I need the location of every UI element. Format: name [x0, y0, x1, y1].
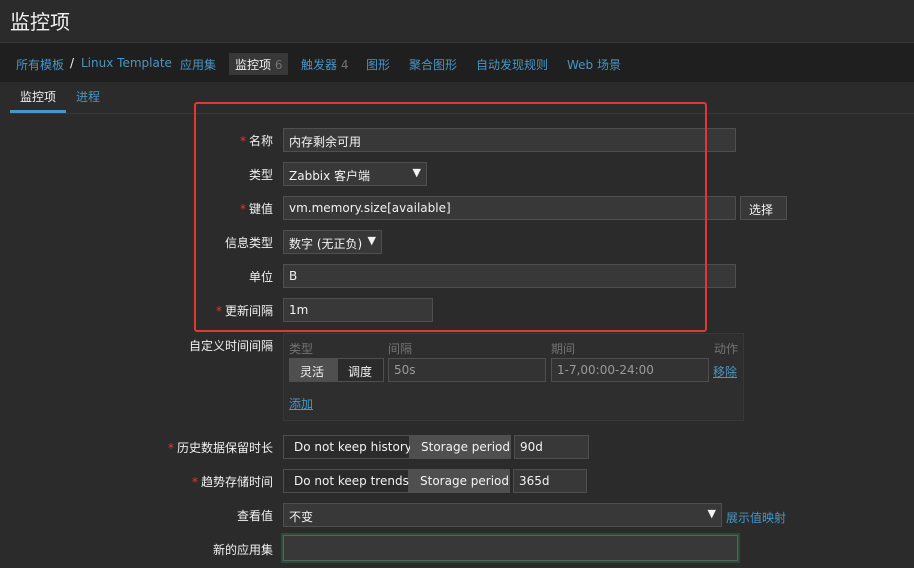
nav-items-label: 监控项: [235, 58, 272, 72]
nav-items-active[interactable]: 监控项 6: [229, 53, 289, 75]
remove-interval-link[interactable]: 移除: [713, 363, 737, 380]
tab-process[interactable]: 进程: [66, 89, 110, 113]
type-select-value: Zabbix 客户端: [289, 169, 371, 183]
units-input[interactable]: B: [283, 264, 736, 288]
form-tabs: 监控项 进程: [10, 84, 914, 114]
nav-template-link[interactable]: Linux Template: [81, 56, 172, 70]
custom-intervals-label: 自定义时间间隔: [188, 339, 273, 353]
nav-triggers-label: 触发器: [301, 58, 338, 72]
nav-discovery-link[interactable]: 自动发现规则: [476, 56, 548, 73]
chevron-down-icon: ▼: [412, 166, 421, 179]
history-no-keep-toggle[interactable]: Do not keep history: [283, 435, 412, 459]
required-mark: *: [167, 441, 174, 455]
chevron-down-icon: ▼: [367, 234, 376, 247]
flex-period-input[interactable]: 1-7,00:00-24:00: [551, 358, 709, 382]
valuemap-select[interactable]: 不变 ▼: [283, 503, 722, 527]
valuemap-select-value: 不变: [289, 510, 314, 524]
interval-input[interactable]: 1m: [283, 298, 433, 322]
nav-screens-link[interactable]: 聚合图形: [409, 56, 457, 73]
info-type-select[interactable]: 数字 (无正负) ▼: [283, 230, 382, 254]
trends-value-input[interactable]: 365d: [513, 469, 587, 493]
trends-no-keep-toggle[interactable]: Do not keep trends: [283, 469, 409, 493]
nav-all-templates-link[interactable]: 所有模板: [16, 56, 64, 73]
new-application-label: 新的应用集: [212, 543, 273, 557]
key-input[interactable]: vm.memory.size[available]: [283, 196, 736, 220]
nav-items-count: 6: [274, 58, 283, 72]
scheduling-toggle[interactable]: 调度: [337, 358, 384, 382]
key-label: * 键值: [239, 202, 273, 216]
nav-applications-link[interactable]: 应用集: [180, 56, 216, 73]
col-header-type: 类型: [289, 342, 314, 356]
history-value-input[interactable]: 90d: [514, 435, 589, 459]
required-mark: *: [191, 475, 198, 489]
required-mark: *: [215, 304, 222, 318]
info-type-label: 信息类型: [224, 236, 273, 250]
page-title: 监控项: [10, 10, 70, 34]
type-select[interactable]: Zabbix 客户端 ▼: [283, 162, 427, 186]
template-nav-bar: 所有模板 / Linux Template 应用集 监控项 6 触发器 4 图形…: [0, 42, 914, 82]
flexible-toggle[interactable]: 灵活: [289, 358, 337, 382]
add-interval-link[interactable]: 添加: [289, 395, 313, 412]
required-mark: *: [239, 134, 246, 148]
nav-graphs-link[interactable]: 图形: [366, 56, 390, 73]
nav-web-link[interactable]: Web 场景: [567, 56, 621, 73]
nav-triggers-link[interactable]: 触发器 4: [301, 56, 348, 73]
required-mark: *: [239, 202, 246, 216]
col-header-action: 动作: [714, 342, 739, 356]
type-label: 类型: [248, 168, 273, 182]
flex-interval-input[interactable]: 50s: [388, 358, 546, 382]
history-label: * 历史数据保留时长: [167, 441, 273, 455]
col-header-interval: 间隔: [388, 342, 413, 356]
name-input[interactable]: 内存剩余可用: [283, 128, 736, 152]
show-value-mappings-link[interactable]: 展示值映射: [726, 509, 786, 526]
chevron-down-icon: ▼: [707, 507, 716, 520]
name-label: * 名称: [239, 134, 273, 148]
new-application-input[interactable]: [283, 535, 738, 561]
nav-triggers-count: 4: [340, 58, 349, 72]
tab-item[interactable]: 监控项: [10, 89, 67, 113]
trends-storage-toggle[interactable]: Storage period: [409, 469, 510, 493]
info-type-select-value: 数字 (无正负): [289, 237, 363, 251]
select-key-button[interactable]: 选择: [740, 196, 787, 220]
interval-label: * 更新间隔: [215, 304, 273, 318]
nav-separator: /: [70, 56, 75, 70]
valuemap-label: 查看值: [236, 509, 273, 523]
col-header-period: 期间: [551, 342, 576, 356]
trends-label: * 趋势存储时间: [191, 475, 273, 489]
units-label: 单位: [248, 270, 273, 284]
history-storage-toggle[interactable]: Storage period: [410, 435, 511, 459]
